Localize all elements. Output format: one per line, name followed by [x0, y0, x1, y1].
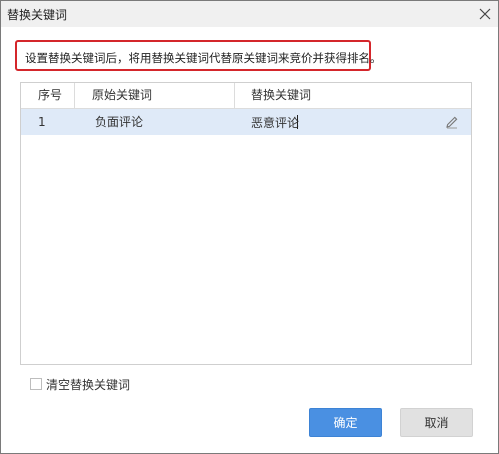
table-row[interactable]: 1 负面评论	[21, 109, 471, 135]
row-index: 1	[38, 115, 46, 129]
clear-keywords-option[interactable]: 清空替换关键词	[30, 376, 130, 392]
row-original-keyword: 负面评论	[95, 115, 144, 129]
notice-text: 设置替换关键词后，将用替换关键词代替原关键词来竞价并获得排名。	[25, 51, 382, 65]
dialog-title: 替换关键词	[7, 8, 68, 22]
confirm-button[interactable]: 确定	[309, 408, 382, 437]
text-caret	[297, 115, 298, 129]
cancel-button[interactable]: 取消	[400, 408, 473, 437]
replacement-keyword-input[interactable]	[247, 112, 441, 132]
keyword-table: 序号 原始关键词 替换关键词 1 负面评论	[20, 82, 472, 365]
title-bar: 替换关键词	[1, 1, 498, 27]
notice-box: 设置替换关键词后，将用替换关键词代替原关键词来竞价并获得排名。	[15, 40, 382, 71]
header-index: 序号	[38, 88, 63, 102]
close-icon	[479, 8, 491, 20]
column-divider	[234, 83, 235, 108]
header-original: 原始关键词	[92, 88, 153, 102]
clear-keywords-label: 清空替换关键词	[46, 377, 131, 392]
header-replacement: 替换关键词	[251, 88, 312, 102]
pencil-icon[interactable]	[445, 115, 459, 129]
replace-keywords-dialog: 替换关键词 设置替换关键词后，将用替换关键词代替原关键词来竞价并获得排名。 序号…	[0, 0, 499, 454]
table-header: 序号 原始关键词 替换关键词	[21, 83, 471, 109]
column-divider	[74, 83, 75, 108]
close-button[interactable]	[472, 1, 498, 27]
clear-keywords-checkbox[interactable]	[30, 378, 42, 390]
